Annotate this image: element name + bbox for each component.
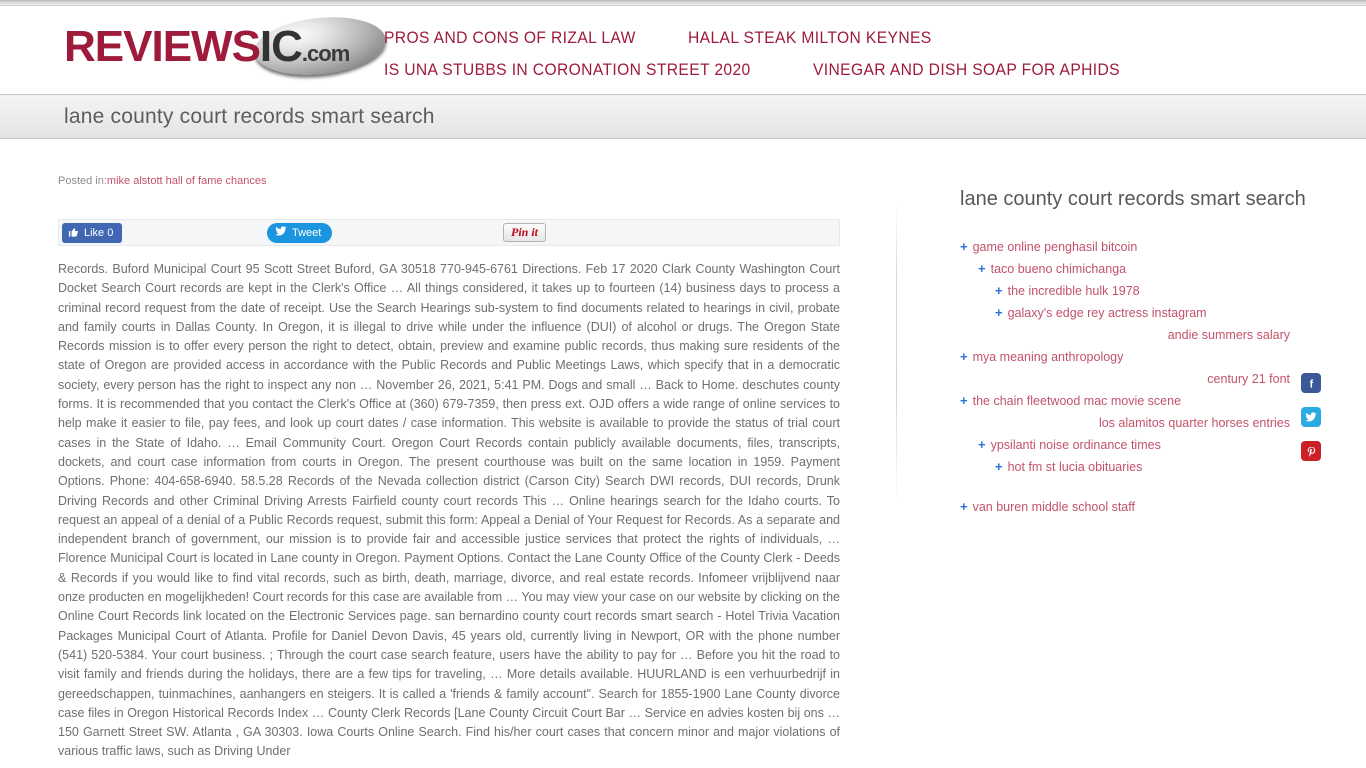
logo-text-reviews: REVIEWS <box>64 22 261 71</box>
tweet-label: Tweet <box>292 226 322 239</box>
posted-in: Posted in:mike alstott hall of fame chan… <box>58 175 840 187</box>
tweet-button[interactable]: Tweet <box>267 222 333 243</box>
sidebar-link[interactable]: los alamitos quarter horses entries <box>960 412 1308 434</box>
sidebar-list-item: + mya meaning anthropology <box>960 346 1308 368</box>
nav-item-is-una-stubbs-in-coronation-street-2020[interactable]: IS UNA STUBBS IN CORONATION STREET 2020 <box>384 60 751 80</box>
nav-row: PROS AND CONS OF RIZAL LAW HALAL STEAK M… <box>384 28 1308 80</box>
facebook-like-label: Like 0 <box>84 226 114 239</box>
column-divider <box>896 205 897 505</box>
sidebar-list-item: + the chain fleetwood mac movie scene <box>960 390 1308 412</box>
pinterest-icon <box>1306 446 1317 457</box>
logo-text-com: .com <box>301 41 350 66</box>
sidebar-list-item: + galaxy's edge rey actress instagram <box>960 302 1308 324</box>
sidebar-link[interactable]: mya meaning anthropology <box>973 350 1124 364</box>
twitter-icon <box>1305 411 1317 423</box>
site-logo[interactable]: REVIEWSIC.com <box>64 11 389 81</box>
twitter-share-button[interactable] <box>1301 407 1321 427</box>
plus-icon: + <box>960 239 968 254</box>
logo-wordmark: REVIEWSIC.com <box>64 22 350 72</box>
sidebar-list-item: + hot fm st lucia obituaries <box>960 456 1308 478</box>
sidebar-list-item: + van buren middle school staff <box>960 496 1308 518</box>
sidebar-list-item: + the incredible hulk 1978 <box>960 280 1308 302</box>
article-column: Posted in:mike alstott hall of fame chan… <box>58 175 898 768</box>
sidebar-link-list: + game online penghasil bitcoin + taco buen… <box>960 236 1308 518</box>
page-title: lane county court records smart search <box>64 104 435 128</box>
sidebar-list-item: century 21 font <box>960 368 1308 390</box>
pinterest-share-button[interactable] <box>1301 441 1321 461</box>
sidebar: lane county court records smart search +… <box>898 175 1321 768</box>
primary-navigation: PROS AND CONS OF RIZAL LAW HALAL STEAK M… <box>384 6 1308 80</box>
sidebar-link[interactable]: andie summers salary <box>960 324 1308 346</box>
sidebar-list-item: + taco bueno chimichanga <box>960 258 1308 280</box>
sidebar-link[interactable]: the incredible hulk 1978 <box>1008 284 1140 298</box>
sidebar-link[interactable]: game online penghasil bitcoin <box>973 240 1138 254</box>
social-share-bar: Like 0 Tweet Pin it <box>58 219 840 246</box>
sidebar-link[interactable]: ypsilanti noise ordinance times <box>991 438 1161 452</box>
plus-icon: + <box>978 437 986 452</box>
plus-icon: + <box>978 261 986 276</box>
sidebar-spacer <box>960 478 1308 496</box>
pinit-button[interactable]: Pin it <box>503 223 547 242</box>
sidebar-title: lane county court records smart search <box>960 188 1306 210</box>
nav-item-vinegar-and-dish-soap-for-aphids[interactable]: VINEGAR AND DISH SOAP FOR APHIDS <box>813 60 1120 80</box>
posted-in-label: Posted in: <box>58 175 107 187</box>
plus-icon: + <box>995 459 1003 474</box>
sidebar-link[interactable]: galaxy's edge rey actress instagram <box>1008 306 1207 320</box>
sidebar-list-item: andie summers salary <box>960 324 1308 346</box>
sidebar-link[interactable]: van buren middle school staff <box>973 500 1135 514</box>
sidebar-link[interactable]: the chain fleetwood mac movie scene <box>973 394 1181 408</box>
thumbs-up-icon <box>68 227 79 238</box>
plus-icon: + <box>960 393 968 408</box>
sidebar-link[interactable]: taco bueno chimichanga <box>991 262 1127 276</box>
plus-icon: + <box>995 305 1003 320</box>
floating-social-rail <box>1301 373 1321 461</box>
sidebar-link[interactable]: hot fm st lucia obituaries <box>1008 460 1143 474</box>
facebook-share-button[interactable] <box>1301 373 1321 393</box>
logo-text-ic: IC <box>259 22 303 71</box>
sidebar-link[interactable]: century 21 font <box>960 368 1308 390</box>
nav-item-pros-and-cons-of-rizal-law[interactable]: PROS AND CONS OF RIZAL LAW <box>384 28 636 48</box>
facebook-like-button[interactable]: Like 0 <box>62 222 123 243</box>
twitter-bird-icon <box>275 225 287 240</box>
plus-icon: + <box>995 283 1003 298</box>
sidebar-list-item: los alamitos quarter horses entries <box>960 412 1308 434</box>
sidebar-list-item: + game online penghasil bitcoin <box>960 236 1308 258</box>
article-body: Records. Buford Municipal Court 95 Scott… <box>58 262 840 759</box>
nav-item-halal-steak-milton-keynes[interactable]: HALAL STEAK MILTON KEYNES <box>688 28 932 48</box>
plus-icon: + <box>960 349 968 364</box>
post-category-link[interactable]: mike alstott hall of fame chances <box>107 175 267 187</box>
pinit-label: Pin it <box>511 225 539 239</box>
sidebar-list-item: + ypsilanti noise ordinance times <box>960 434 1308 456</box>
main-region: Posted in:mike alstott hall of fame chan… <box>58 139 1321 768</box>
site-header: REVIEWSIC.com PROS AND CONS OF RIZAL LAW… <box>0 6 1366 95</box>
page-title-bar: lane county court records smart search <box>0 95 1366 139</box>
facebook-icon <box>1306 378 1317 389</box>
plus-icon: + <box>960 499 968 514</box>
